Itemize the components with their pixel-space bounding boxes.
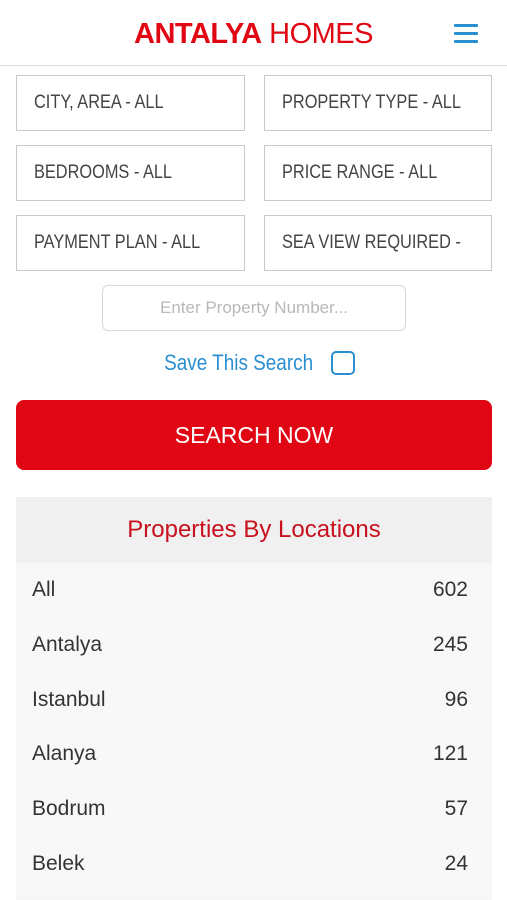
location-row[interactable]: Belek 24 xyxy=(16,836,492,892)
properties-by-locations-panel: Properties By Locations All 602 Antalya … xyxy=(16,497,492,900)
city-area-filter-label: CITY, AREA - ALL xyxy=(34,92,164,113)
property-type-filter[interactable]: PROPERTY TYPE - ALL xyxy=(264,75,492,131)
location-row[interactable]: All 602 xyxy=(16,563,492,618)
price-range-filter-label: PRICE RANGE - ALL xyxy=(282,162,438,183)
payment-plan-filter-label: PAYMENT PLAN - ALL xyxy=(34,232,201,253)
location-count: 121 xyxy=(432,742,468,766)
location-count: 96 xyxy=(444,687,468,711)
bedrooms-filter[interactable]: BEDROOMS - ALL xyxy=(16,145,245,201)
location-name: All xyxy=(32,578,56,601)
location-count: 57 xyxy=(444,797,468,821)
save-search-checkbox[interactable] xyxy=(331,351,356,375)
location-count: 245 xyxy=(432,632,468,656)
location-row[interactable]: Antalya 245 xyxy=(16,617,492,673)
location-row[interactable]: Alanya 121 xyxy=(16,727,492,783)
location-name: Alanya xyxy=(32,742,97,766)
location-row[interactable]: Bodrum 57 xyxy=(16,782,492,837)
save-search-label[interactable]: Save This Search xyxy=(164,350,313,376)
sea-view-filter[interactable]: SEA VIEW REQUIRED - xyxy=(264,215,492,271)
location-name: Istanbul xyxy=(32,687,106,711)
antalya-homes-logo[interactable]: ANTALYA HOMES xyxy=(0,17,507,51)
hamburger-menu-icon[interactable] xyxy=(454,22,480,44)
location-count: 24 xyxy=(444,851,468,875)
payment-plan-filter[interactable]: PAYMENT PLAN - ALL xyxy=(16,215,245,271)
logo-sub-text: HOMES xyxy=(261,18,373,50)
app-header: ANTALYA HOMES xyxy=(0,0,507,66)
location-name: Antalya xyxy=(32,632,103,656)
price-range-filter[interactable]: PRICE RANGE - ALL xyxy=(264,145,492,201)
search-now-button[interactable]: SEARCH NOW xyxy=(16,400,492,470)
location-count: 602 xyxy=(432,578,468,601)
location-name: Bodrum xyxy=(32,797,106,821)
save-search-row: Save This Search xyxy=(0,350,507,382)
sea-view-filter-label: SEA VIEW REQUIRED - xyxy=(282,232,461,253)
location-row[interactable]: Istanbul 96 xyxy=(16,672,492,728)
property-type-filter-label: PROPERTY TYPE - ALL xyxy=(282,92,461,113)
locations-panel-title: Properties By Locations xyxy=(16,497,492,563)
bedrooms-filter-label: BEDROOMS - ALL xyxy=(34,162,173,183)
property-number-input[interactable] xyxy=(102,285,406,331)
logo-brand-text: ANTALYA xyxy=(134,18,262,50)
location-name: Belek xyxy=(32,851,85,875)
city-area-filter[interactable]: CITY, AREA - ALL xyxy=(16,75,245,131)
